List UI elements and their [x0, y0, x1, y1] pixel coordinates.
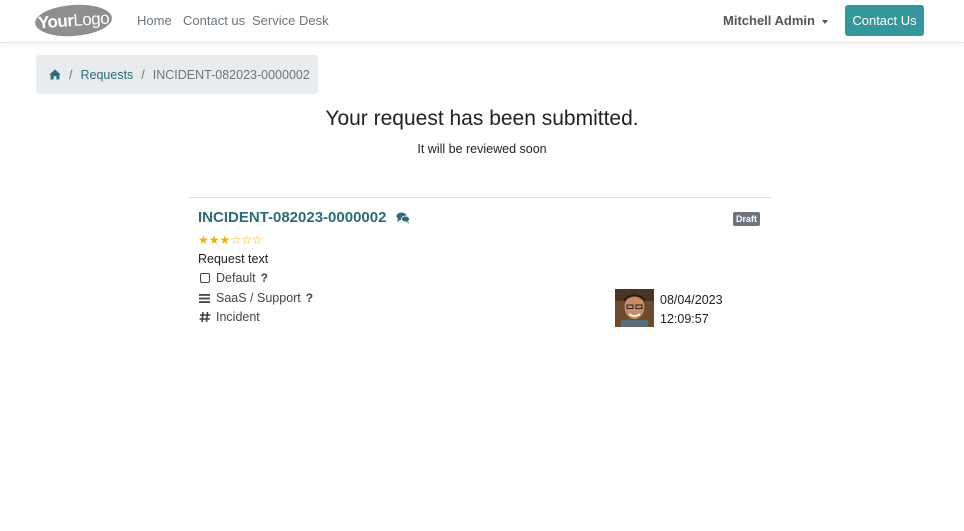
nav-contact-us[interactable]: Contact us [183, 13, 245, 28]
star-empty-icon: ☆ [251, 233, 263, 247]
field-row-default: Default ? [198, 271, 268, 285]
user-name: Mitchell Admin [723, 13, 815, 28]
field-label-default: Default [216, 271, 256, 285]
question-icon[interactable]: ? [306, 291, 313, 305]
breadcrumb-separator: / [141, 67, 145, 82]
comments-icon[interactable] [396, 211, 410, 229]
star-filled-icon: ★ [219, 233, 231, 247]
breadcrumb-current: INCIDENT-082023-0000002 [152, 67, 310, 82]
nav-home[interactable]: Home [137, 13, 172, 28]
breadcrumb-requests-link[interactable]: Requests [80, 68, 133, 82]
chevron-down-icon [821, 19, 828, 24]
ticket-description: Request text [198, 252, 269, 266]
user-menu[interactable]: Mitchell Admin [723, 13, 828, 28]
top-navbar: Your Logo Home Contact us Service Desk Mi… [0, 0, 964, 43]
breadcrumb-separator: / [69, 67, 73, 82]
nav-service-desk[interactable]: Service Desk [252, 13, 329, 28]
avatar [615, 289, 654, 327]
logo-text-thin: Logo [72, 8, 110, 30]
breadcrumb: / Requests / INCIDENT-082023-0000002 [36, 55, 318, 94]
company-logo[interactable]: Your Logo [34, 2, 113, 39]
star-empty-icon: ☆ [230, 233, 242, 247]
ticket-time: 12:09:57 [660, 312, 709, 326]
contact-us-button[interactable]: Contact Us [845, 5, 924, 36]
confirmation-subtitle: It will be reviewed soon [417, 142, 547, 156]
logo-text-bold: Your [37, 10, 74, 32]
list-icon [198, 293, 211, 303]
question-icon[interactable]: ? [261, 271, 268, 285]
ticket-datetime: 08/04/2023 12:09:57 [660, 291, 723, 329]
star-empty-icon: ☆ [241, 233, 252, 247]
confirmation-title: Your request has been submitted. [325, 107, 639, 130]
divider [188, 197, 772, 198]
hash-icon [198, 311, 211, 323]
field-label-team: SaaS / Support [216, 291, 301, 305]
rating-stars: ★★★☆☆☆ [198, 233, 263, 247]
home-icon[interactable] [49, 69, 61, 80]
checkbox-icon [198, 273, 211, 283]
ticket-date: 08/04/2023 [660, 293, 723, 307]
ticket-name-link[interactable]: INCIDENT-082023-0000002 [198, 209, 386, 226]
star-filled-icon: ★ [198, 233, 209, 247]
star-filled-icon: ★ [208, 233, 220, 247]
field-row-type: Incident [198, 310, 260, 324]
field-label-type: Incident [216, 310, 260, 324]
status-badge: Draft [733, 212, 761, 226]
field-row-team: SaaS / Support ? [198, 291, 313, 305]
